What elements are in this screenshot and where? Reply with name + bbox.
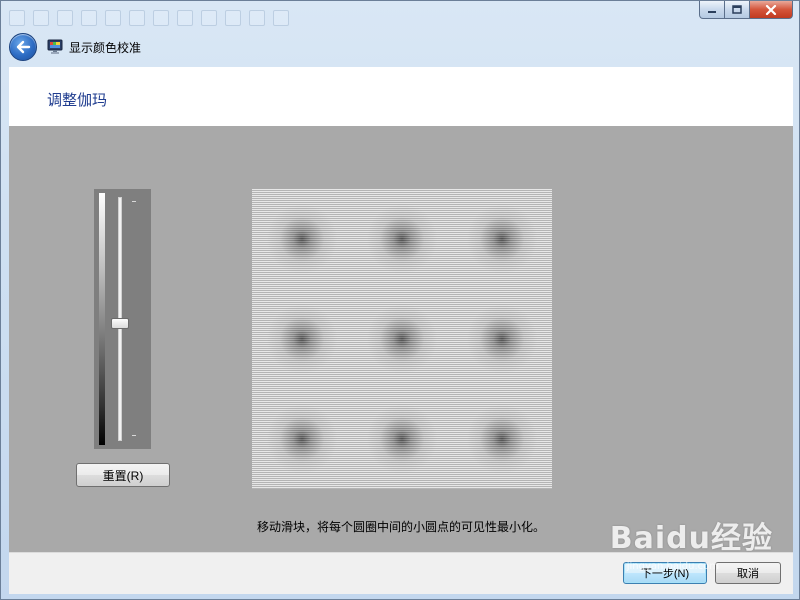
calibration-window: 显示颜色校准 调整伽玛 重置(R) 移动滑块，将每个圆圈中间的小圆点的可见性最小… bbox=[0, 0, 800, 600]
ribbon-icon bbox=[153, 10, 169, 26]
slider-tick-bottom bbox=[132, 435, 136, 436]
close-icon bbox=[765, 4, 777, 15]
ribbon-icon bbox=[57, 10, 73, 26]
ribbon-icon bbox=[9, 10, 25, 26]
back-arrow-icon bbox=[16, 40, 31, 54]
ribbon-icon bbox=[177, 10, 193, 26]
ribbon-icon bbox=[273, 10, 289, 26]
gamma-test-circle bbox=[452, 389, 552, 489]
watermark-logo: Baidu经验 bbox=[609, 521, 773, 556]
gamma-gradient-bar bbox=[99, 193, 105, 445]
monitor-icon bbox=[47, 39, 63, 54]
gamma-test-circle bbox=[252, 189, 352, 289]
ribbon-icon bbox=[129, 10, 145, 26]
content-area: 调整伽玛 重置(R) 移动滑块，将每个圆圈中间的小圆点的可见性最小化。 bbox=[9, 67, 793, 552]
ribbon-icon bbox=[249, 10, 265, 26]
calibration-area: 重置(R) 移动滑块，将每个圆圈中间的小圆点的可见性最小化。 bbox=[9, 126, 793, 552]
gamma-slider-panel bbox=[94, 189, 151, 449]
ribbon-icon bbox=[225, 10, 241, 26]
ribbon-icon bbox=[33, 10, 49, 26]
slider-tick-top bbox=[132, 201, 136, 202]
gamma-test-circle bbox=[352, 389, 452, 489]
footer-bar: 下一步(N) 取消 bbox=[9, 552, 793, 594]
header-area: 调整伽玛 bbox=[9, 67, 793, 126]
gamma-test-circle bbox=[352, 189, 452, 289]
page-heading: 调整伽玛 bbox=[47, 91, 108, 109]
gamma-test-circle bbox=[252, 389, 352, 489]
window-title: 显示颜色校准 bbox=[69, 40, 142, 55]
gamma-test-circle bbox=[252, 289, 352, 389]
gamma-test-circle bbox=[352, 289, 452, 389]
close-button[interactable] bbox=[749, 1, 793, 19]
gamma-test-pattern bbox=[252, 189, 552, 489]
gamma-test-circle bbox=[452, 289, 552, 389]
minimize-icon bbox=[708, 10, 716, 13]
caption-buttons bbox=[699, 1, 793, 19]
title-bar: 显示颜色校准 bbox=[9, 33, 791, 61]
gamma-slider-thumb[interactable] bbox=[111, 318, 129, 330]
cancel-button[interactable]: 取消 bbox=[715, 562, 781, 584]
maximize-icon bbox=[732, 5, 742, 14]
watermark-url: jingyan.baidu.com bbox=[626, 561, 719, 572]
ribbon-icon bbox=[201, 10, 217, 26]
background-ribbon bbox=[9, 5, 689, 31]
back-button[interactable] bbox=[9, 33, 37, 61]
gamma-test-circle bbox=[452, 189, 552, 289]
ribbon-icon bbox=[81, 10, 97, 26]
reset-button[interactable]: 重置(R) bbox=[76, 463, 170, 487]
ribbon-icon bbox=[105, 10, 121, 26]
maximize-button[interactable] bbox=[724, 1, 750, 19]
minimize-button[interactable] bbox=[699, 1, 725, 19]
